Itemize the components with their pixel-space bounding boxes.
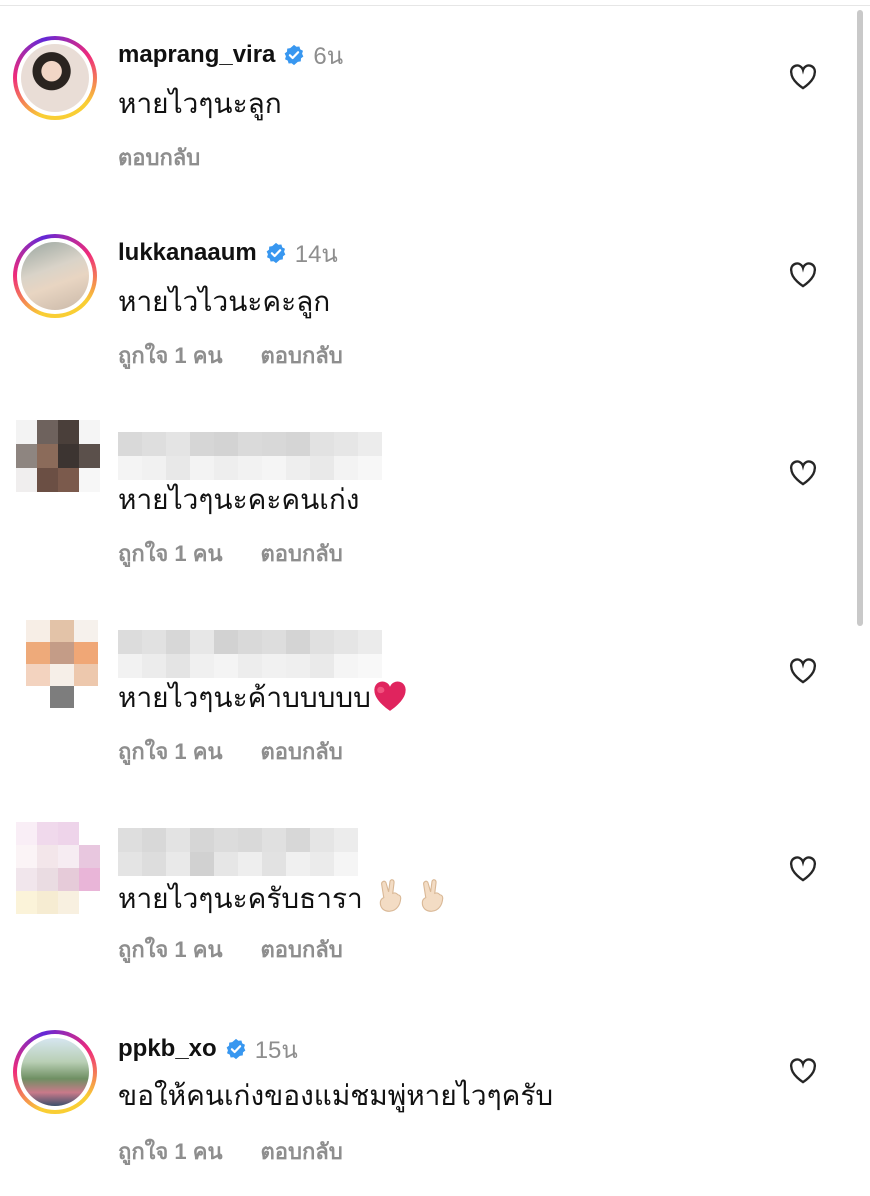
avatar[interactable] — [13, 234, 97, 318]
likes-count-button[interactable]: ถูกใจ 1 คน — [118, 536, 223, 571]
reply-button[interactable]: ตอบกลับ — [118, 140, 200, 175]
comment-text-body: หายไวๆนะครับธารา — [118, 883, 363, 914]
red-heart-emoji — [374, 681, 406, 711]
victory-hand-emoji — [379, 879, 402, 912]
comment-actions: ถูกใจ 1 คน ตอบกลับ — [118, 338, 343, 373]
heart-outline-icon[interactable] — [789, 1058, 817, 1084]
comment-header: maprang_vira 6น — [118, 38, 343, 72]
timestamp: 14น — [294, 240, 338, 268]
avatar-photo — [21, 44, 89, 112]
pixelated-avatar[interactable] — [26, 620, 98, 708]
likes-count-button[interactable]: ถูกใจ 1 คน — [118, 734, 223, 769]
comment-text-body: หายไวๆนะค้าบบบบบ — [118, 682, 371, 713]
reply-button[interactable]: ตอบกลับ — [261, 734, 343, 769]
comment-actions: ถูกใจ 1 คน ตอบกลับ — [118, 734, 343, 769]
comment-text: หายไวๆนะลูก — [118, 88, 282, 119]
comment-item: lukkanaaum 14น หายไวไวนะคะลูก ถูกใจ 1 คน… — [0, 198, 860, 396]
heart-outline-icon[interactable] — [789, 856, 817, 882]
avatar-photo — [21, 1038, 89, 1106]
username[interactable]: maprang_vira — [118, 41, 275, 69]
comment-actions: ถูกใจ 1 คน ตอบกลับ — [118, 932, 343, 967]
comment-item: หายไวๆนะครับธารา ถูกใจ 1 คน ตอบกลับ — [0, 792, 860, 990]
comment-header: lukkanaaum 14น — [118, 236, 338, 270]
reply-button[interactable]: ตอบกลับ — [261, 536, 343, 571]
comment-text: หายไวไวนะคะลูก — [118, 286, 331, 317]
comment-text: หายไวๆนะคะคนเก่ง — [118, 484, 360, 515]
username[interactable]: ppkb_xo — [118, 1035, 217, 1063]
comment-header: ppkb_xo 15น — [118, 1032, 298, 1066]
heart-outline-icon[interactable] — [789, 64, 817, 90]
pixelated-username — [118, 630, 382, 678]
comment-actions: ถูกใจ 1 คน ตอบกลับ — [118, 536, 343, 571]
avatar[interactable] — [13, 1030, 97, 1114]
reply-button[interactable]: ตอบกลับ — [261, 1134, 343, 1169]
username[interactable]: lukkanaaum — [118, 239, 257, 267]
comment-item: ppkb_xo 15น ขอให้คนเก่งของแม่ชมพู่หายไวๆ… — [0, 990, 860, 1188]
comment-actions: ถูกใจ 1 คน ตอบกลับ — [118, 1134, 343, 1169]
verified-badge-icon — [226, 1038, 246, 1060]
timestamp: 15น — [254, 1036, 298, 1064]
comment-actions: ตอบกลับ — [118, 140, 200, 175]
likes-count-button[interactable]: ถูกใจ 1 คน — [118, 338, 223, 373]
avatar[interactable] — [13, 36, 97, 120]
reply-button[interactable]: ตอบกลับ — [261, 338, 343, 373]
story-ring — [13, 234, 97, 318]
verified-badge-icon — [285, 44, 304, 66]
heart-outline-icon[interactable] — [789, 658, 817, 684]
pixelated-username — [118, 432, 382, 480]
story-ring — [13, 36, 97, 120]
pixelated-avatar[interactable] — [16, 822, 100, 914]
likes-count-button[interactable]: ถูกใจ 1 คน — [118, 1134, 223, 1169]
comment-text: หายไวๆนะครับธารา — [118, 878, 447, 917]
comment-item: หายไวๆนะค้าบบบบบ ถูกใจ 1 คน ตอบกลับ — [0, 594, 860, 792]
heart-outline-icon[interactable] — [789, 262, 817, 288]
comment-item: maprang_vira 6น หายไวๆนะลูก ตอบกลับ — [0, 0, 860, 198]
story-ring — [13, 1030, 97, 1114]
victory-hand-emoji — [421, 879, 444, 912]
timestamp: 6น — [313, 42, 344, 70]
heart-outline-icon[interactable] — [789, 460, 817, 486]
comment-item: หายไวๆนะคะคนเก่ง ถูกใจ 1 คน ตอบกลับ — [0, 396, 860, 594]
avatar-photo — [21, 242, 89, 310]
comment-text: หายไวๆนะค้าบบบบบ — [118, 680, 407, 716]
comment-text: ขอให้คนเก่งของแม่ชมพู่หายไวๆครับ — [118, 1080, 554, 1111]
likes-count-button[interactable]: ถูกใจ 1 คน — [118, 932, 223, 967]
pixelated-username — [118, 828, 358, 876]
pixelated-avatar[interactable] — [16, 420, 100, 516]
verified-badge-icon — [266, 242, 286, 264]
reply-button[interactable]: ตอบกลับ — [261, 932, 343, 967]
